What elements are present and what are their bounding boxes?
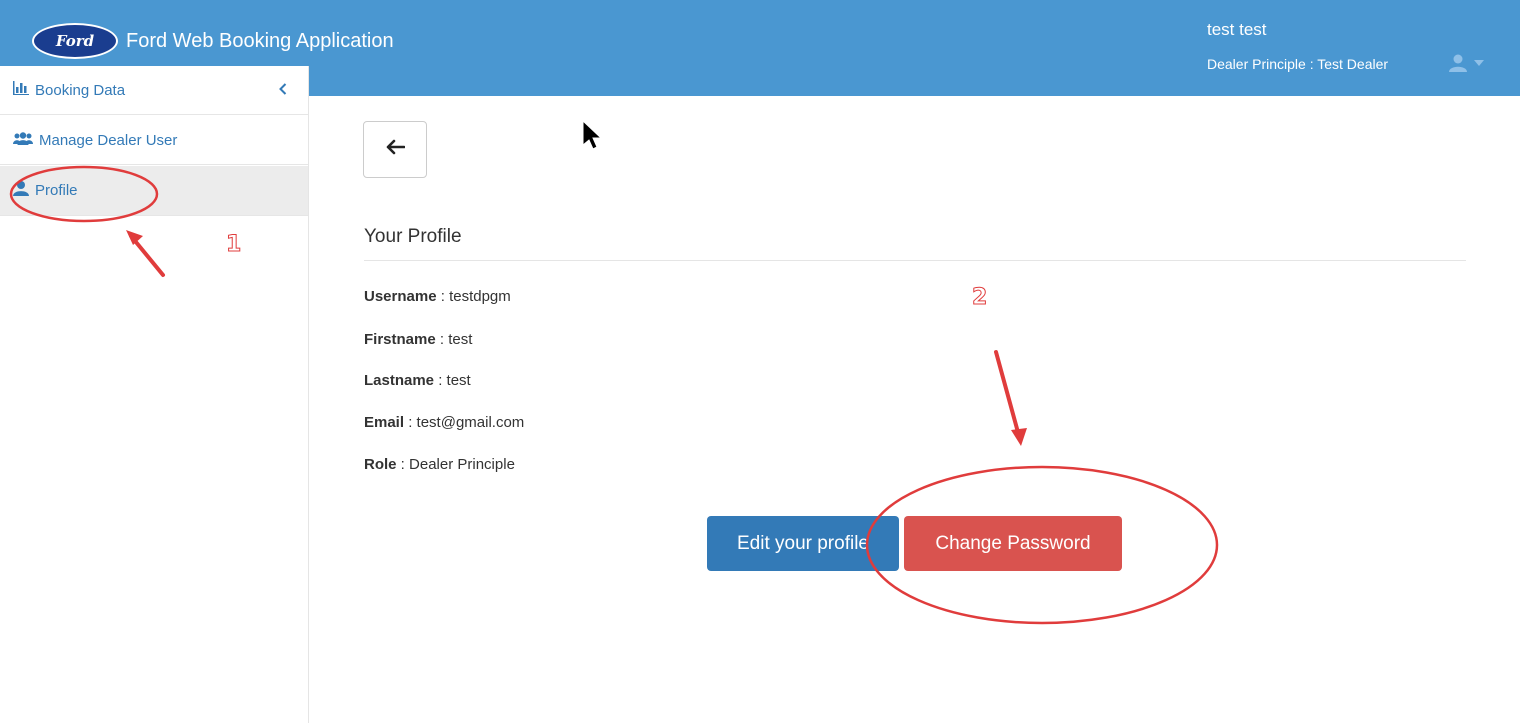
back-button[interactable] <box>363 121 427 178</box>
field-value: test <box>446 372 471 389</box>
profile-field-lastname: Lastname : test <box>364 372 471 389</box>
field-separator: : <box>404 414 417 431</box>
field-label: Role <box>364 456 397 473</box>
users-icon <box>13 131 39 149</box>
profile-field-username: Username : testdpgm <box>364 288 511 305</box>
caret-down-icon <box>1474 60 1484 66</box>
profile-field-role: Role : Dealer Principle <box>364 456 515 473</box>
annotation-step-2: 2 <box>971 285 988 311</box>
field-label: Firstname <box>364 331 436 348</box>
sidebar-item-label: Profile <box>35 182 78 199</box>
page-title: Your Profile <box>364 226 462 247</box>
field-label: Lastname <box>364 372 435 389</box>
divider <box>364 260 1466 261</box>
ford-logo: Ford <box>32 23 118 59</box>
bar-chart-icon <box>13 81 35 99</box>
field-separator: : <box>435 331 449 348</box>
field-label: Username <box>364 288 437 305</box>
chevron-left-icon[interactable] <box>279 82 293 99</box>
arrow-left-icon <box>385 139 406 160</box>
sidebar-item-booking-data[interactable]: Booking Data <box>0 66 308 115</box>
sidebar-item-label: Booking Data <box>35 81 126 99</box>
user-icon <box>13 181 35 200</box>
sidebar-item-profile[interactable]: Profile <box>0 166 308 216</box>
field-value: Dealer Principle <box>409 456 515 473</box>
user-name: test test <box>1207 20 1267 39</box>
edit-profile-button[interactable]: Edit your profile <box>707 516 899 571</box>
change-password-button[interactable]: Change Password <box>904 516 1122 571</box>
field-value: test@gmail.com <box>416 414 525 431</box>
user-role: Dealer Principle : Test Dealer <box>1207 56 1389 72</box>
user-menu-toggle[interactable] <box>1448 54 1484 72</box>
field-separator: : <box>436 288 450 305</box>
sidebar-item-label: Manage Dealer User <box>39 131 178 149</box>
brand[interactable]: Ford Ford Web Booking Application <box>32 23 394 59</box>
annotation-step-1: 1 <box>225 232 242 258</box>
field-separator: : <box>434 372 447 389</box>
field-value: test <box>448 331 473 348</box>
profile-field-email: Email : test@gmail.com <box>364 414 524 431</box>
mouse-cursor-icon <box>582 119 603 150</box>
field-label: Email <box>364 414 405 431</box>
annotation-arrow-2-shaft <box>994 350 1021 438</box>
profile-field-firstname: Firstname : test <box>364 331 472 348</box>
app-title: Ford Web Booking Application <box>126 29 394 52</box>
annotation-arrow-2-head <box>1011 428 1027 446</box>
field-value: testdpgm <box>449 288 511 305</box>
sidebar: Booking Data Manage Dealer User Profile <box>0 66 309 723</box>
field-separator: : <box>396 456 410 473</box>
page: Ford Ford Web Booking Application test t… <box>0 0 1520 723</box>
sidebar-item-manage-dealer-user[interactable]: Manage Dealer User <box>0 116 308 165</box>
user-icon <box>1448 54 1468 72</box>
